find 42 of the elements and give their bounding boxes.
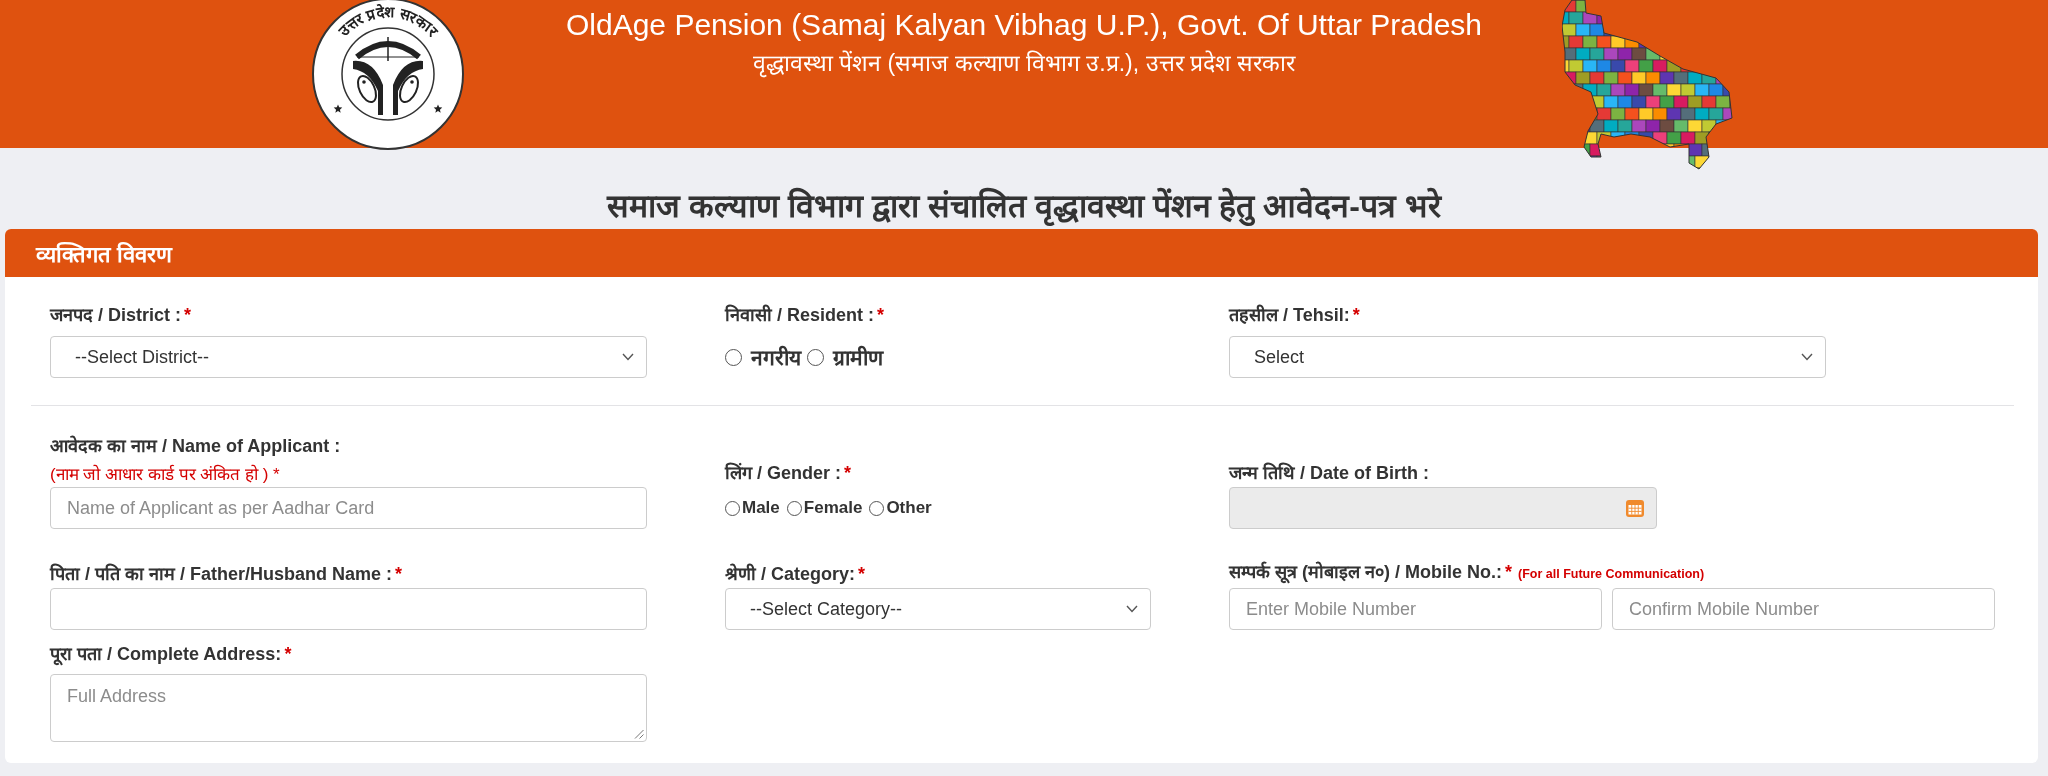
site-title: OldAge Pension (Samaj Kalyan Vibhag U.P.), Govt. Of Uttar Pradesh bbox=[566, 8, 1482, 42]
mobile-number-input[interactable]: Confirm Mobile Number bbox=[1612, 588, 1995, 630]
option-label: Female bbox=[803, 498, 863, 518]
required-mark: * bbox=[184, 305, 192, 325]
required-mark: * bbox=[1505, 562, 1512, 582]
field-label: श्रेणी / Category: bbox=[725, 564, 856, 584]
text-input[interactable]: Name of Applicant as per Aadhar Card bbox=[50, 487, 647, 529]
label-note: (For all Future Communication) bbox=[1518, 567, 1705, 581]
field-label: जनपद / District : bbox=[50, 305, 181, 325]
field-label: निवासी / Resident : bbox=[725, 305, 874, 325]
option-label: ग्रामीण bbox=[833, 344, 883, 371]
resize-grip-icon[interactable] bbox=[634, 729, 644, 739]
option-label: Other bbox=[886, 498, 932, 518]
section-title: व्यक्तिगत विवरण bbox=[36, 241, 173, 268]
address-textarea[interactable]: Full Address bbox=[50, 674, 647, 742]
chevron-down-icon bbox=[1801, 353, 1813, 361]
required-mark: * bbox=[284, 644, 292, 664]
field-label: आवेदक का नाम / Name of Applicant : bbox=[50, 436, 341, 456]
field-label: तहसील / Tehsil: bbox=[1229, 305, 1350, 325]
site-subtitle: वृद्धावस्था पेंशन (समाज कल्याण विभाग उ.प्र.), उत्तर प्रदेश सरकार bbox=[751, 49, 1297, 78]
field-label: जन्म तिथि / Date of Birth : bbox=[1229, 463, 1429, 483]
required-mark: * bbox=[877, 305, 885, 325]
page-heading: समाज कल्याण विभाग द्वारा संचालित वृद्धावस्था पेंशन हेतु आवेदन-पत्र भरे bbox=[605, 186, 1443, 226]
field-label: पूरा पता / Complete Address: bbox=[50, 644, 282, 664]
required-mark: * bbox=[844, 463, 852, 483]
chevron-down-icon bbox=[622, 353, 634, 361]
field-label: सम्पर्क सूत्र (मोबाइल न०) / Mobile No.: bbox=[1229, 562, 1502, 582]
field-hint: (नाम जो आधार कार्ड पर अंकित हो ) * bbox=[50, 464, 280, 486]
chevron-down-icon bbox=[1126, 605, 1138, 613]
required-mark: * bbox=[395, 564, 403, 584]
option-label: Male bbox=[742, 498, 780, 518]
mobile-number-input[interactable]: Enter Mobile Number bbox=[1229, 588, 1602, 630]
required-mark: * bbox=[1352, 305, 1360, 325]
select-dropdown[interactable]: --Select District-- bbox=[50, 336, 647, 378]
required-mark: * bbox=[858, 564, 866, 584]
select-dropdown[interactable]: --Select Category-- bbox=[725, 588, 1151, 630]
field-label: पिता / पति का नाम / Father/Husband Name : bbox=[50, 564, 393, 584]
select-dropdown[interactable]: Select bbox=[1229, 336, 1826, 378]
option-label: नगरीय bbox=[751, 344, 801, 371]
calendar-icon[interactable] bbox=[1625, 498, 1645, 518]
field-label: लिंग / Gender : bbox=[725, 463, 841, 483]
text-input[interactable] bbox=[50, 588, 647, 630]
